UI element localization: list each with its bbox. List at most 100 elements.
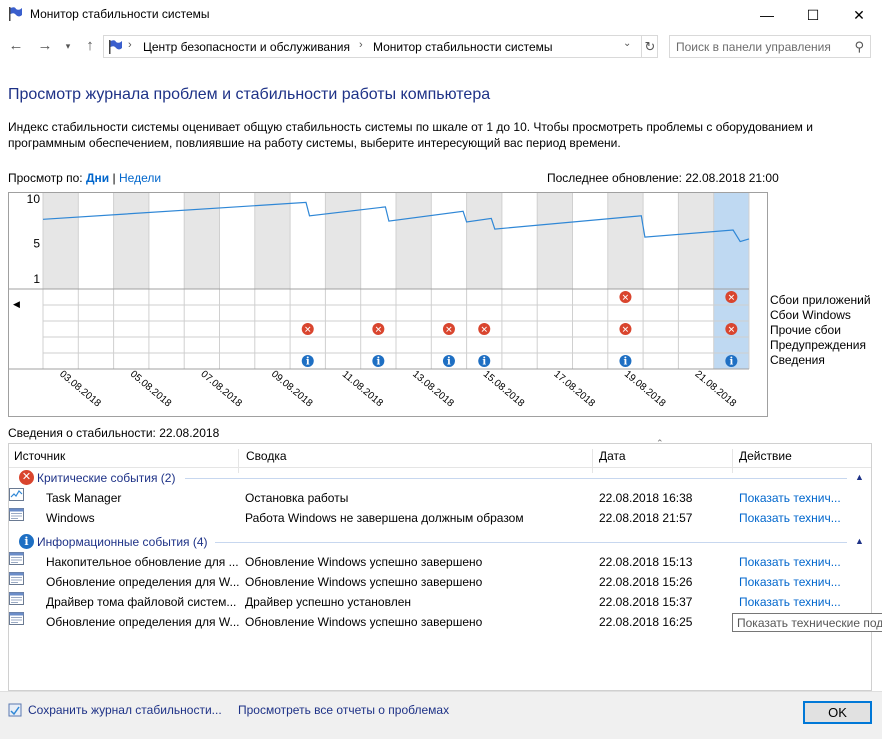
row-summary: Драйвер успешно установлен [245, 595, 412, 609]
legend-misc-failures: Прочие сбои [770, 323, 841, 337]
group-divider [185, 478, 847, 479]
stability-chart[interactable]: 10 5 1 ◀ ✕ ✕ ✕ ✕ ✕ ✕ ✕ ✕ i i i i i i 03.08.2018 05.08.2018 0… [8, 192, 768, 417]
row-action-link[interactable]: Показать технич... [739, 491, 849, 505]
view-by-selector: Просмотр по: Дни | Недели [8, 171, 161, 185]
day-column-band [607, 193, 644, 289]
row-summary: Обновление Windows успешно завершено [245, 555, 483, 569]
maximize-button[interactable]: ☐ [790, 0, 836, 30]
view-all-reports-link[interactable]: Просмотреть все отчеты о проблемах [238, 703, 449, 717]
day-column-band [254, 193, 291, 289]
column-divider[interactable] [592, 449, 593, 473]
breadcrumb-separator-icon[interactable]: › [359, 39, 363, 51]
error-event-icon[interactable]: ✕ [619, 323, 632, 336]
window-app-icon [9, 508, 24, 521]
day-column-band [678, 193, 714, 289]
legend-app-failures: Сбои приложений [770, 293, 871, 307]
breadcrumb-reliability-monitor[interactable]: Монитор стабильности системы [373, 40, 553, 54]
last-update-text: Последнее обновление: 22.08.2018 21:00 [547, 171, 779, 185]
close-button[interactable]: ✕ [836, 0, 882, 30]
row-date: 22.08.2018 15:37 [599, 595, 693, 609]
search-box[interactable]: ⚲ [669, 35, 871, 58]
table-row[interactable]: Обновление определения для W... Обновлен… [9, 572, 871, 592]
x-tick-label: 05.08.2018 [128, 369, 174, 410]
footer-bar: Сохранить журнал стабильности... Просмот… [0, 691, 882, 739]
info-event-icon[interactable]: i [619, 355, 632, 368]
address-dropdown-icon[interactable]: ⌄ [623, 38, 631, 49]
window-app-icon [9, 592, 24, 605]
task-manager-icon [9, 488, 24, 501]
view-days-link[interactable]: Дни [86, 171, 109, 185]
svg-text:i: i [306, 357, 310, 368]
breadcrumb-separator-icon[interactable]: › [128, 39, 132, 51]
flag-icon [9, 7, 22, 21]
collapse-chevron-icon[interactable]: ▲ [855, 472, 864, 482]
x-tick-label: 17.08.2018 [551, 369, 597, 410]
row-source: Обновление определения для W... [46, 615, 240, 629]
legend-information: Сведения [770, 353, 825, 367]
x-tick-label: 07.08.2018 [198, 369, 244, 410]
view-weeks-link[interactable]: Недели [119, 171, 161, 185]
svg-text:i: i [729, 357, 733, 368]
svg-text:✕: ✕ [728, 326, 736, 336]
x-tick-label: 19.08.2018 [622, 369, 668, 410]
row-date: 22.08.2018 21:57 [599, 511, 693, 525]
window-app-icon [9, 552, 24, 565]
table-row[interactable]: Накопительное обновление для ... Обновле… [9, 552, 871, 572]
minimize-button[interactable]: — [744, 0, 790, 30]
column-divider[interactable] [732, 449, 733, 473]
refresh-icon[interactable]: ↻ [641, 36, 658, 57]
column-date[interactable]: Дата [599, 449, 626, 463]
table-row[interactable]: Windows Работа Windows не завершена долж… [9, 508, 871, 528]
error-event-icon[interactable]: ✕ [442, 323, 455, 336]
x-tick-label: 13.08.2018 [410, 369, 456, 410]
row-source: Драйвер тома файловой систем... [46, 595, 237, 609]
scroll-left-arrow-icon[interactable]: ◀ [13, 299, 20, 309]
svg-text:✕: ✕ [445, 326, 453, 336]
table-row[interactable]: Task Manager Остановка работы 22.08.2018… [9, 488, 871, 508]
info-event-icon[interactable]: i [372, 355, 385, 368]
collapse-chevron-icon[interactable]: ▲ [855, 536, 864, 546]
row-action-link[interactable]: Показать технич... [739, 595, 849, 609]
save-history-link[interactable]: Сохранить журнал стабильности... [28, 703, 222, 717]
error-event-icon[interactable]: ✕ [619, 291, 632, 304]
x-tick-label: 09.08.2018 [269, 369, 315, 410]
search-input[interactable] [676, 39, 846, 55]
row-date: 22.08.2018 15:26 [599, 575, 693, 589]
row-source: Task Manager [46, 491, 122, 505]
info-event-icon[interactable]: i [442, 355, 455, 368]
info-event-icon[interactable]: i [301, 355, 314, 368]
svg-text:i: i [482, 357, 486, 368]
forward-arrow-icon[interactable]: → [35, 36, 55, 56]
row-action-link[interactable]: Показать технич... [739, 511, 849, 525]
recent-pages-chevron-icon[interactable]: ▾ [58, 36, 78, 56]
row-summary: Обновление Windows успешно завершено [245, 575, 483, 589]
row-summary: Работа Windows не завершена должным обра… [245, 511, 524, 525]
error-event-icon[interactable]: ✕ [301, 323, 314, 336]
column-action[interactable]: Действие [739, 449, 792, 463]
info-event-icon[interactable]: i [478, 355, 491, 368]
table-row[interactable]: Драйвер тома файловой систем... Драйвер … [9, 592, 871, 612]
svg-text:i: i [447, 357, 451, 368]
stability-chart-canvas[interactable]: 10 5 1 ◀ ✕ ✕ ✕ ✕ ✕ ✕ ✕ ✕ i i i i i i 03.08.2018 05.08.2018 0… [9, 193, 768, 417]
y-tick-label: 10 [27, 193, 41, 206]
column-summary[interactable]: Сводка [246, 449, 287, 463]
back-arrow-icon[interactable]: ← [6, 36, 26, 56]
column-source[interactable]: Источник [14, 449, 65, 463]
row-summary: Обновление Windows успешно завершено [245, 615, 483, 629]
row-action-link[interactable]: Показать технич... [739, 555, 849, 569]
up-arrow-icon[interactable]: ↑ [80, 36, 100, 56]
ok-button[interactable]: OK [803, 701, 872, 724]
row-action-link[interactable]: Показать технич... [739, 575, 849, 589]
error-event-icon[interactable]: ✕ [372, 323, 385, 336]
svg-text:✕: ✕ [375, 326, 383, 336]
error-event-icon[interactable]: ✕ [478, 323, 491, 336]
window-title: Монитор стабильности системы [30, 7, 210, 21]
address-bar[interactable]: › Центр безопасности и обслуживания › Мо… [103, 35, 658, 58]
search-icon[interactable]: ⚲ [854, 39, 864, 55]
breadcrumb-security-center[interactable]: Центр безопасности и обслуживания [143, 40, 350, 54]
row-date: 22.08.2018 16:25 [599, 615, 693, 629]
row-summary: Остановка работы [245, 491, 349, 505]
day-column-band [537, 193, 573, 289]
group-divider [215, 542, 847, 543]
column-divider[interactable] [238, 449, 239, 473]
